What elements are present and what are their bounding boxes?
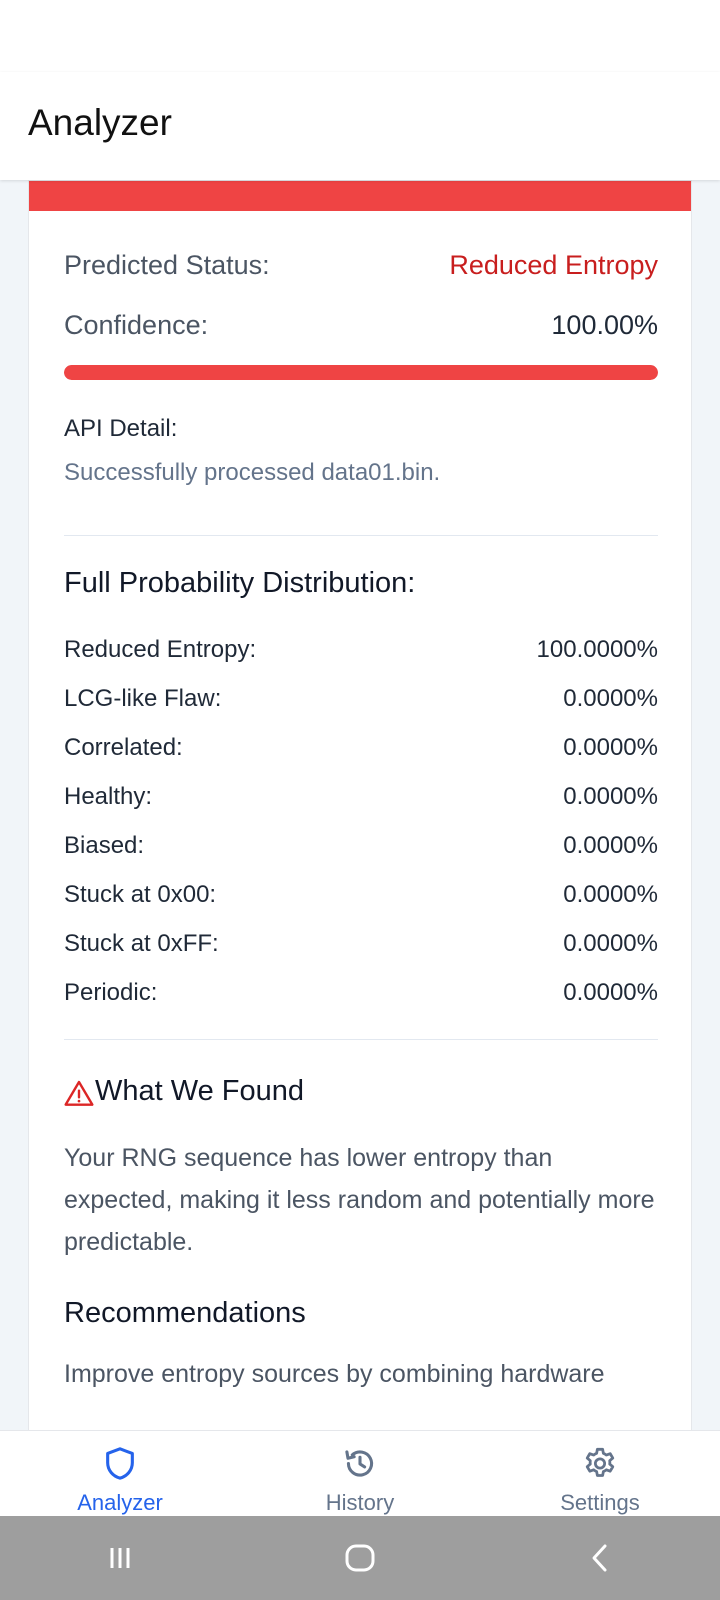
distribution-label: LCG-like Flaw: [64, 684, 222, 712]
divider [64, 535, 658, 536]
distribution-title: Full Probability Distribution: [64, 567, 416, 599]
findings-heading: What We Found [63, 1069, 304, 1113]
nav-label-settings: Settings [560, 1490, 640, 1515]
distribution-label: Biased: [64, 831, 145, 859]
recommendations-text: Improve entropy sources by combining har… [64, 1360, 605, 1388]
distribution-label: Periodic: [64, 978, 158, 1006]
recent-apps-icon[interactable] [100, 1538, 140, 1578]
nav-item-analyzer[interactable]: Analyzer [0, 1431, 240, 1516]
back-icon[interactable] [580, 1538, 620, 1578]
confidence-value: 100.00% [551, 309, 658, 340]
predicted-status-value: Reduced Entropy [449, 249, 658, 280]
app-header: Analyzer [0, 72, 720, 180]
predicted-status-label: Predicted Status: [64, 249, 270, 280]
bottom-navigation: Analyzer History Settings [0, 1430, 720, 1516]
distribution-label: Stuck at 0x00: [64, 880, 217, 908]
nav-label-analyzer: Analyzer [77, 1490, 163, 1515]
distribution-value: 0.0000% [563, 929, 658, 957]
distribution-label: Healthy: [64, 782, 153, 810]
distribution-value: 100.0000% [536, 635, 658, 663]
confidence-label: Confidence: [64, 309, 209, 340]
distribution-value: 0.0000% [563, 733, 658, 761]
distribution-value: 0.0000% [563, 880, 658, 908]
distribution-value: 0.0000% [563, 978, 658, 1006]
findings-title: What We Found [95, 1074, 305, 1107]
confidence-progress-fill [64, 365, 658, 380]
distribution-row: Periodic: 0.0000% [64, 968, 658, 1017]
distribution-row: LCG-like Flaw: 0.0000% [64, 674, 658, 723]
distribution-value: 0.0000% [563, 831, 658, 859]
gear-icon [585, 1447, 615, 1477]
distribution-value: 0.0000% [563, 782, 658, 810]
distribution-row: Healthy: 0.0000% [64, 772, 658, 821]
nav-label-history: History [325, 1490, 395, 1515]
warning-triangle-icon [64, 1080, 94, 1106]
distribution-row: Biased: 0.0000% [64, 821, 658, 870]
predicted-status-row: Predicted Status: Reduced Entropy [64, 245, 658, 285]
nav-item-settings[interactable]: Settings [480, 1431, 720, 1516]
divider [64, 1039, 658, 1040]
confidence-row: Confidence: 100.00% [64, 305, 658, 345]
distribution-row: Reduced Entropy: 100.0000% [64, 625, 658, 674]
result-card: Predicted Status: Reduced Entropy Confid… [28, 180, 692, 1430]
distribution-row: Stuck at 0x00: 0.0000% [64, 870, 658, 919]
history-icon [345, 1450, 374, 1477]
distribution-row: Stuck at 0xFF: 0.0000% [64, 919, 658, 968]
findings-text: Your RNG sequence has lower entropy than… [64, 1144, 655, 1256]
distribution-label: Stuck at 0xFF: [64, 929, 219, 957]
system-navigation-bar [0, 1516, 720, 1600]
distribution-value: 0.0000% [563, 684, 658, 712]
shield-icon [106, 1447, 134, 1480]
distribution-row: Correlated: 0.0000% [64, 723, 658, 772]
home-icon[interactable] [340, 1538, 380, 1578]
distribution-list: Reduced Entropy: 100.0000% LCG-like Flaw: 0… [64, 625, 658, 1017]
api-detail-label: API Detail: [64, 415, 178, 442]
scroll-content[interactable]: Predicted Status: Reduced Entropy Confid… [0, 180, 720, 1430]
status-color-bar [29, 181, 691, 211]
confidence-progress-bar [64, 365, 658, 380]
nav-item-history[interactable]: History [240, 1431, 480, 1516]
api-detail-text: Successfully processed data01.bin. [64, 459, 441, 486]
distribution-label: Correlated: [64, 733, 183, 761]
page-title: Analyzer [28, 102, 172, 143]
recommendations-title: Recommendations [64, 1297, 306, 1329]
distribution-label: Reduced Entropy: [64, 635, 257, 663]
status-bar [0, 0, 720, 72]
